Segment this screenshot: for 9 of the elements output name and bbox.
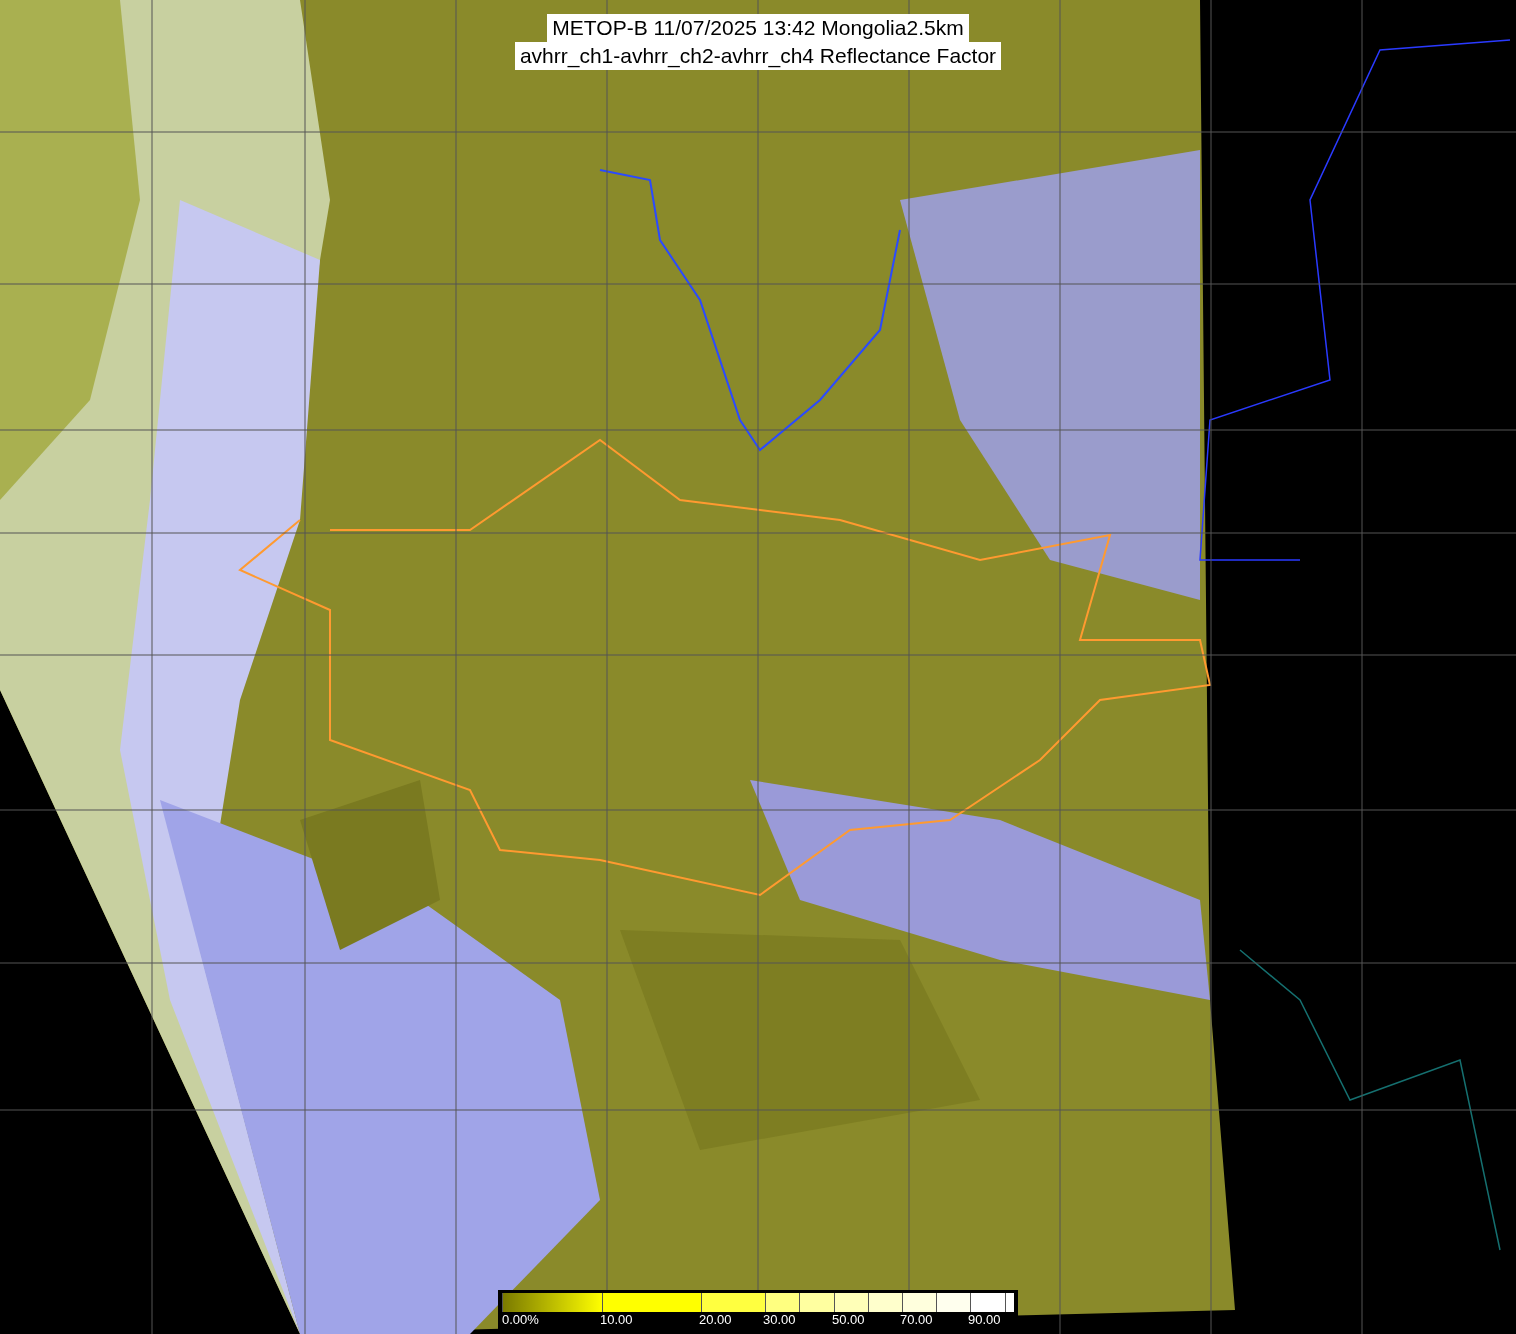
scale-label: 90.00	[968, 1313, 1001, 1327]
scale-label: 30.00	[763, 1313, 796, 1327]
map-title: METOP-B 11/07/2025 13:42 Mongolia2.5km	[547, 14, 969, 42]
map-title: avhrr_ch1-avhrr_ch2-avhrr_ch4 Reflectance Factor	[514, 42, 1002, 70]
scale-label: 20.00	[699, 1313, 732, 1327]
scale-label: 70.00	[900, 1313, 933, 1327]
scale-label: 10.00	[600, 1313, 633, 1327]
scale-label: 50.00	[832, 1313, 865, 1327]
scale-label: 0.00%	[502, 1313, 539, 1327]
